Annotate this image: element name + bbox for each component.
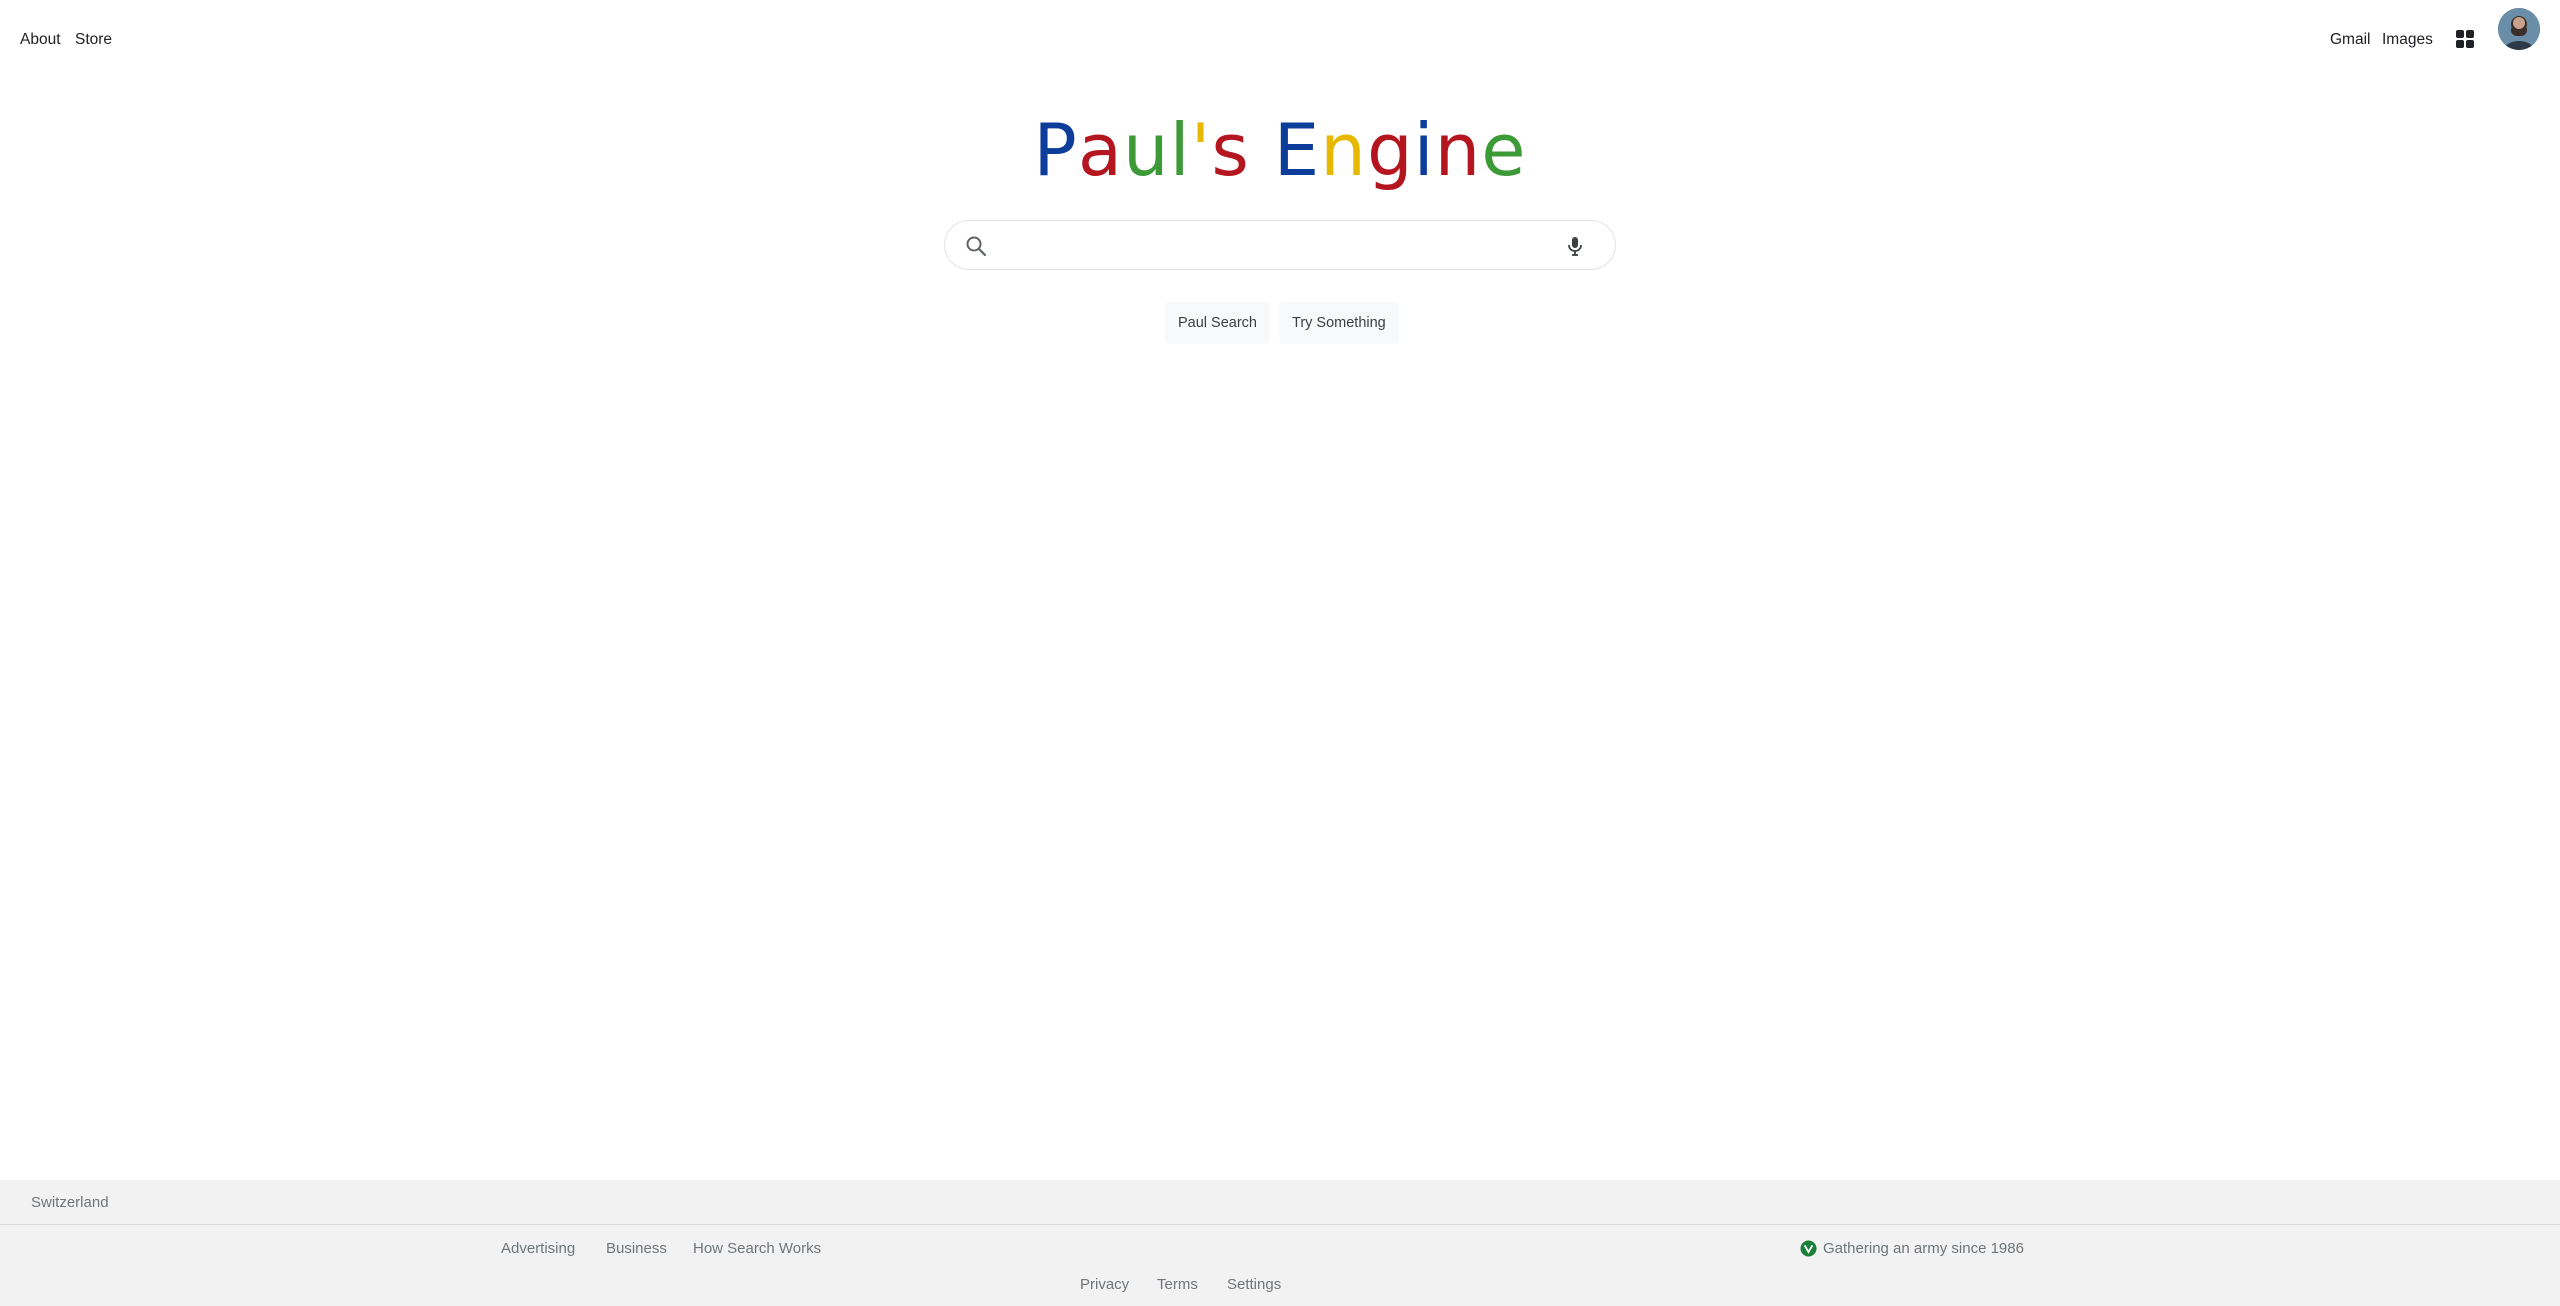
search-box[interactable] xyxy=(944,220,1616,270)
logo-letter: n xyxy=(1434,108,1482,192)
logo-letter: u xyxy=(1122,108,1170,192)
logo-letter: a xyxy=(1077,108,1123,192)
microphone-icon[interactable] xyxy=(1563,234,1587,258)
settings-link[interactable]: Settings xyxy=(1227,1276,1281,1293)
about-link[interactable]: About xyxy=(20,30,61,50)
search-icon xyxy=(965,235,987,257)
images-link[interactable]: Images xyxy=(2382,30,2433,50)
search-input[interactable] xyxy=(1005,231,1545,259)
apps-grid-icon[interactable] xyxy=(2452,26,2478,52)
avatar[interactable] xyxy=(2498,8,2540,50)
logo-letter: E xyxy=(1273,108,1321,192)
logo-letter xyxy=(1250,100,1274,200)
gmail-link[interactable]: Gmail xyxy=(2330,30,2370,50)
logo: Paul's Engine xyxy=(0,100,2560,200)
logo-letter: ' xyxy=(1190,108,1212,192)
advertising-link[interactable]: Advertising xyxy=(501,1240,575,1257)
logo-letter: s xyxy=(1211,108,1250,192)
logo-letter: i xyxy=(1413,108,1435,192)
top-bar: About Store Gmail Images xyxy=(0,0,2560,78)
leaf-icon xyxy=(1800,1240,1817,1257)
how-search-works-link[interactable]: How Search Works xyxy=(693,1240,821,1257)
terms-link[interactable]: Terms xyxy=(1157,1276,1198,1293)
logo-letter: l xyxy=(1169,108,1191,192)
store-link[interactable]: Store xyxy=(75,30,112,50)
logo-letter: e xyxy=(1481,108,1527,192)
try-something-button[interactable]: Try Something xyxy=(1279,302,1399,344)
logo-letter: P xyxy=(1033,108,1078,192)
logo-letter: n xyxy=(1320,108,1367,192)
search-button[interactable]: Paul Search xyxy=(1165,302,1270,344)
carbon-neutral-link[interactable]: Gathering an army since 1986 xyxy=(1823,1240,2024,1257)
logo-letter: g xyxy=(1366,108,1414,192)
privacy-link[interactable]: Privacy xyxy=(1080,1276,1129,1293)
footer-country-bar: Switzerland xyxy=(0,1180,2560,1225)
country-label: Switzerland xyxy=(31,1194,109,1211)
footer: Switzerland Advertising Business How Sea… xyxy=(0,1180,2560,1306)
business-link[interactable]: Business xyxy=(606,1240,667,1257)
